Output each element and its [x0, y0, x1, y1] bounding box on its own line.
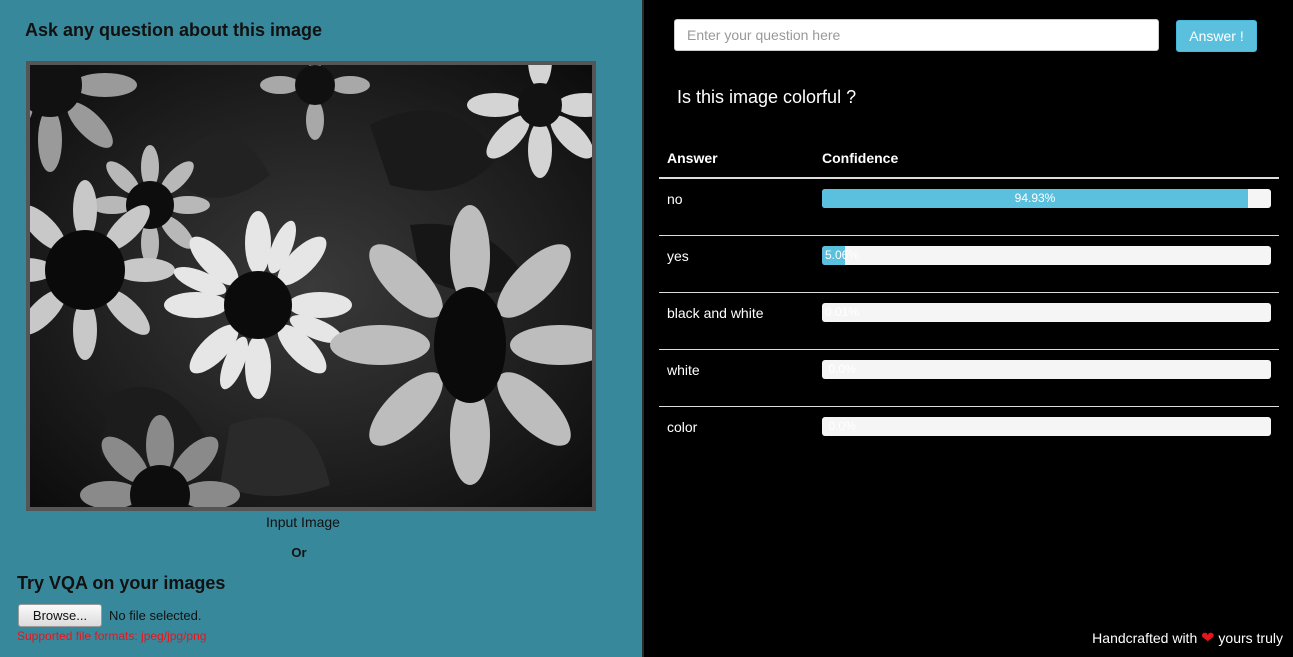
upload-heading: Try VQA on your images [17, 573, 226, 593]
table-row: color 0.0% [659, 407, 1279, 463]
confidence-bar: 0.0% [822, 360, 1271, 379]
confidence-bar: 0.01% [822, 303, 1271, 322]
confidence-label: 0.01% [824, 305, 860, 319]
confidence-bar: 0.0% [822, 417, 1271, 436]
answer-cell: color [667, 419, 698, 435]
answer-cell: no [667, 191, 683, 207]
browse-button[interactable]: Browse... [18, 604, 102, 627]
formats-note: Supported file formats: jpeg/jpg/png [17, 629, 207, 643]
confidence-fill: 94.93% [822, 189, 1248, 208]
confidence-bar: 94.93% [822, 189, 1271, 208]
question-input[interactable] [674, 19, 1159, 51]
answer-cell: yes [667, 248, 689, 264]
table-row: white 0.0% [659, 350, 1279, 407]
answer-table: Answer Confidence no 94.93% yes 5.06% bl… [659, 147, 1279, 463]
table-row: no 94.93% [659, 179, 1279, 236]
answer-button[interactable]: Answer ! [1176, 20, 1257, 52]
confidence-fill: 5.06% [822, 246, 859, 265]
confidence-label: 5.06% [824, 248, 860, 262]
table-row: black and white 0.01% [659, 293, 1279, 350]
confidence-label: 94.93% [1014, 191, 1056, 205]
right-panel: Answer ! Is this image colorful ? Answer… [644, 0, 1293, 657]
footer-prefix: Handcrafted with [1092, 630, 1198, 646]
confidence-bar: 5.06% [822, 246, 1271, 265]
header-answer: Answer [667, 150, 718, 166]
input-image [26, 61, 596, 511]
confidence-label: 0.0% [828, 419, 856, 433]
heart-icon: ❤ [1201, 630, 1215, 647]
image-caption: Input Image [266, 514, 340, 530]
answer-cell: black and white [667, 305, 764, 321]
table-header: Answer Confidence [659, 147, 1279, 179]
footer-suffix: yours truly [1218, 630, 1283, 646]
file-status: No file selected. [109, 608, 202, 623]
footer: Handcrafted with ❤ yours truly [1092, 628, 1283, 648]
left-panel: Ask any question about this image Input … [0, 0, 642, 657]
sunflower-image [30, 65, 592, 507]
or-separator: Or [291, 545, 307, 560]
confidence-label: 0.0% [828, 362, 856, 376]
current-question: Is this image colorful ? [677, 87, 857, 107]
answer-cell: white [667, 362, 700, 378]
table-row: yes 5.06% [659, 236, 1279, 293]
page-heading: Ask any question about this image [25, 20, 323, 40]
header-confidence: Confidence [822, 150, 899, 166]
